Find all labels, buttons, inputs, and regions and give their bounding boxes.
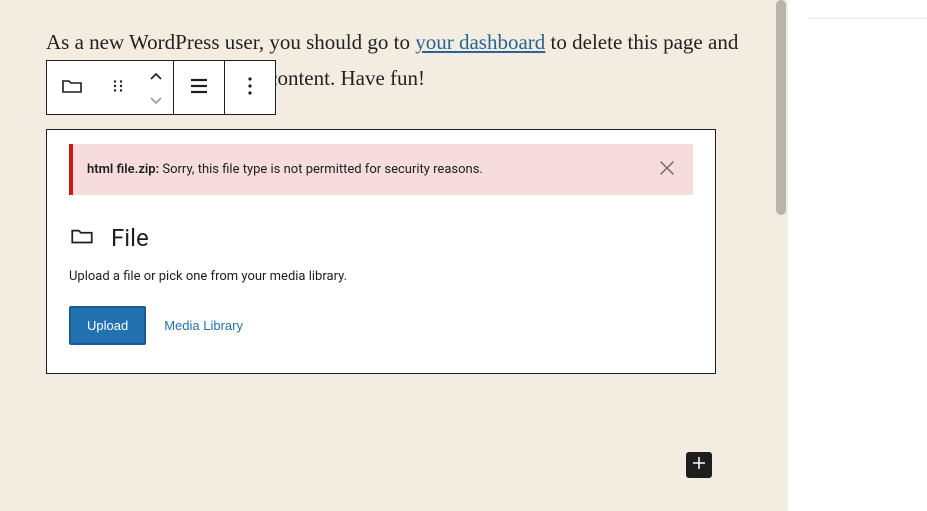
toolbar-group-align: [174, 61, 225, 114]
block-actions: Upload Media Library: [47, 284, 715, 373]
block-inserter-button[interactable]: [686, 452, 712, 478]
block-type-button[interactable]: [47, 61, 97, 114]
editor-canvas: As a new WordPress user, you should go t…: [0, 0, 788, 511]
upload-button[interactable]: Upload: [69, 306, 146, 345]
file-icon: [60, 74, 84, 102]
block-placeholder-header: File: [47, 195, 715, 261]
scrollbar-track: [774, 0, 788, 511]
close-icon: [656, 157, 678, 183]
scrollbar-thumb[interactable]: [776, 0, 786, 215]
dismiss-notice-button[interactable]: [649, 152, 685, 188]
drag-handle-button[interactable]: [97, 61, 139, 114]
align-icon: [187, 74, 211, 102]
file-icon: [69, 223, 95, 253]
move-down-button[interactable]: [149, 90, 163, 109]
settings-sidebar: [788, 0, 927, 511]
mover-buttons: [139, 67, 173, 109]
plus-icon: [690, 454, 708, 476]
options-button[interactable]: [225, 61, 275, 114]
media-library-button[interactable]: Media Library: [164, 318, 243, 333]
more-vertical-icon: [238, 74, 262, 102]
move-up-button[interactable]: [149, 67, 163, 86]
block-description: Upload a file or pick one from your medi…: [47, 261, 715, 284]
block-title: File: [111, 224, 149, 252]
file-block[interactable]: html file.zip: Sorry, this file type is …: [46, 129, 716, 374]
block-toolbar: [46, 60, 276, 115]
toolbar-group-block: [47, 61, 174, 114]
paragraph-text-before: As a new WordPress user, you should go t…: [46, 30, 415, 54]
drag-icon: [109, 77, 127, 99]
dashboard-link[interactable]: your dashboard: [415, 30, 545, 54]
error-notice: html file.zip: Sorry, this file type is …: [69, 144, 693, 195]
align-button[interactable]: [174, 61, 224, 114]
notice-message: Sorry, this file type is not permitted f…: [159, 162, 483, 177]
notice-filename: html file.zip:: [87, 162, 159, 177]
toolbar-group-options: [225, 61, 275, 114]
sidebar-divider: [808, 18, 927, 19]
